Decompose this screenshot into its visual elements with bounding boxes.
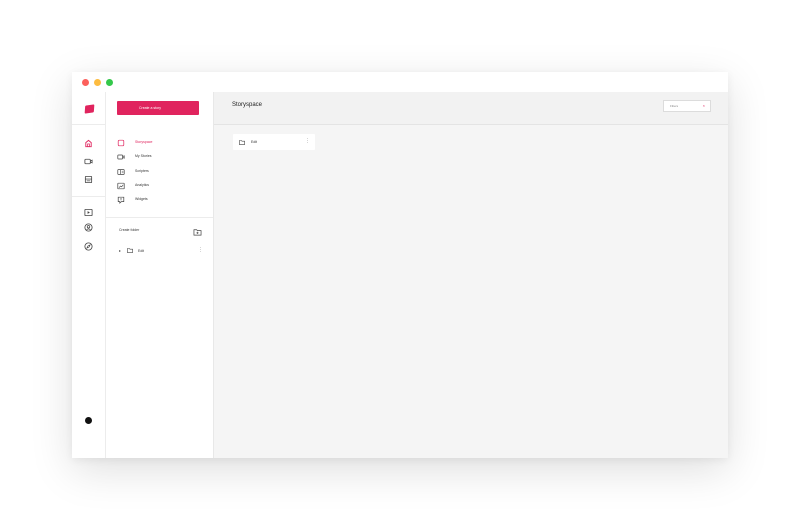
nav-item-widgets[interactable]: Widgets <box>117 195 207 205</box>
expand-caret-icon[interactable]: ▸ <box>119 249 121 253</box>
search-filter-input[interactable]: Filters × <box>663 100 711 112</box>
panel-divider <box>106 217 213 218</box>
main-content: Storyspace Filters × Edit ⋮ <box>214 92 728 458</box>
search-placeholder: Filters <box>670 104 679 108</box>
close-window-button[interactable] <box>82 79 89 86</box>
widgets-icon <box>117 196 125 204</box>
app-logo[interactable] <box>84 104 95 114</box>
nav-item-scripters[interactable]: Scripters <box>117 167 207 177</box>
icon-rail <box>72 92 106 458</box>
rail-divider <box>72 196 106 197</box>
more-options-icon[interactable]: ⋮ <box>198 247 203 253</box>
create-story-button[interactable]: Create a story <box>117 101 199 115</box>
rail-divider <box>72 124 106 125</box>
nav-item-analytics[interactable]: Analytics <box>117 181 207 191</box>
page-title: Storyspace <box>232 102 263 108</box>
nav-item-storyspace[interactable]: Storyspace <box>117 138 207 148</box>
user-avatar[interactable] <box>85 417 92 424</box>
folder-tree-label: Edit <box>138 249 145 253</box>
nav-item-label: Scripters <box>135 169 149 173</box>
scripters-icon <box>117 168 125 176</box>
nav-item-label: Analytics <box>135 183 150 187</box>
app-window: Create a story Storyspace My Stories Scr… <box>72 72 728 458</box>
nav-item-label: Storyspace <box>135 140 153 144</box>
maximize-window-button[interactable] <box>106 79 113 86</box>
title-bar <box>72 72 728 92</box>
scripts-icon[interactable] <box>84 175 93 184</box>
present-icon[interactable] <box>84 208 93 217</box>
video-icon[interactable] <box>84 157 93 166</box>
storyspace-icon <box>117 139 125 147</box>
folder-card[interactable]: Edit ⋮ <box>233 134 315 150</box>
main-header: Storyspace Filters × <box>214 92 728 125</box>
folder-icon <box>127 248 133 253</box>
side-panel: Create a story Storyspace My Stories Scr… <box>106 92 214 458</box>
analytics-icon <box>117 182 125 190</box>
more-options-icon[interactable]: ⋮ <box>305 137 310 145</box>
nav-item-my-stories[interactable]: My Stories <box>117 152 207 162</box>
nav-item-label: Widgets <box>135 197 148 201</box>
stories-icon <box>117 153 125 161</box>
folder-tree-item[interactable]: ▸ Edit ⋮ <box>119 247 203 255</box>
folder-icon <box>239 140 245 145</box>
folders-section-title: Create folder <box>119 228 140 232</box>
home-icon[interactable] <box>84 139 93 148</box>
clear-icon[interactable]: × <box>703 104 705 108</box>
add-folder-icon[interactable] <box>193 228 202 236</box>
explore-icon[interactable] <box>84 242 93 251</box>
profile-icon[interactable] <box>84 223 93 232</box>
nav-item-label: My Stories <box>135 154 152 158</box>
folder-card-label: Edit <box>251 140 258 144</box>
minimize-window-button[interactable] <box>94 79 101 86</box>
